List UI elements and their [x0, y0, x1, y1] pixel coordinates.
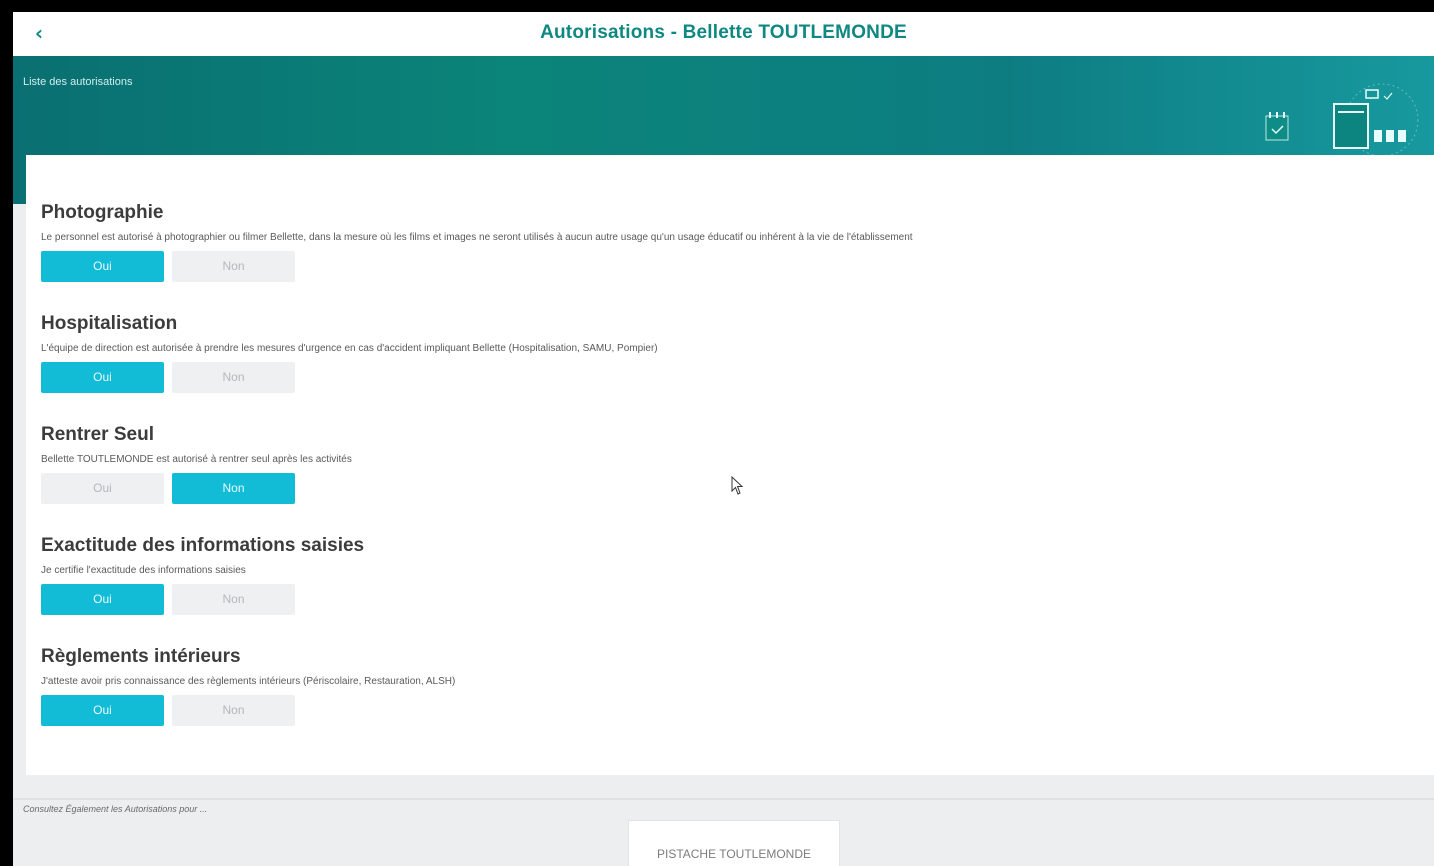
section-title: Photographie [41, 202, 164, 223]
non-button[interactable]: Non [172, 362, 295, 393]
oui-button[interactable]: Oui [41, 584, 164, 615]
footer-label: Consultez Également les Autorisations po… [23, 804, 208, 814]
section-description: Bellette TOUTLEMONDE est autorisé à rent… [41, 454, 352, 465]
page-title: Autorisations - Bellette TOUTLEMONDE [540, 22, 907, 43]
top-bar: ‹ Autorisations - Bellette TOUTLEMONDE [13, 12, 1434, 56]
oui-button[interactable]: Oui [41, 473, 164, 504]
section-description: Je certifie l'exactitude des information… [41, 565, 246, 576]
section-exactitude: Exactitude des informations saisies Je c… [41, 533, 364, 615]
section-hospitalisation: Hospitalisation L'équipe de direction es… [41, 311, 658, 393]
section-reglements: Règlements intérieurs J'atteste avoir pr… [41, 644, 455, 726]
yes-no-toggle: Oui Non [41, 695, 455, 726]
documents-checklist-illustration [1265, 83, 1419, 157]
section-description: J'atteste avoir pris connaissance des rè… [41, 676, 456, 687]
oui-button[interactable]: Oui [41, 695, 164, 726]
oui-button[interactable]: Oui [41, 251, 164, 282]
yes-no-toggle: Oui Non [41, 473, 352, 504]
section-description: L'équipe de direction est autorisée à pr… [41, 343, 658, 354]
child-authorizations-button[interactable]: PISTACHE TOUTLEMONDE [628, 820, 840, 866]
section-title: Règlements intérieurs [41, 646, 241, 667]
mouse-cursor-icon [731, 476, 744, 495]
yes-no-toggle: Oui Non [41, 251, 913, 282]
section-description: Le personnel est autorisé à photographie… [41, 232, 913, 243]
footer-divider [13, 798, 1434, 800]
non-button[interactable]: Non [172, 251, 295, 282]
yes-no-toggle: Oui Non [41, 584, 364, 615]
section-rentrer-seul: Rentrer Seul Bellette TOUTLEMONDE est au… [41, 422, 352, 504]
section-photographie: Photographie Le personnel est autorisé à… [41, 200, 913, 282]
non-button[interactable]: Non [172, 584, 295, 615]
non-button[interactable]: Non [172, 695, 295, 726]
yes-no-toggle: Oui Non [41, 362, 658, 393]
non-button[interactable]: Non [172, 473, 295, 504]
section-title: Exactitude des informations saisies [41, 535, 365, 556]
oui-button[interactable]: Oui [41, 362, 164, 393]
section-title: Rentrer Seul [41, 424, 154, 445]
section-title: Hospitalisation [41, 313, 178, 334]
app-frame: ‹ Autorisations - Bellette TOUTLEMONDE L… [13, 12, 1434, 866]
banner-label: Liste des autorisations [23, 76, 133, 88]
